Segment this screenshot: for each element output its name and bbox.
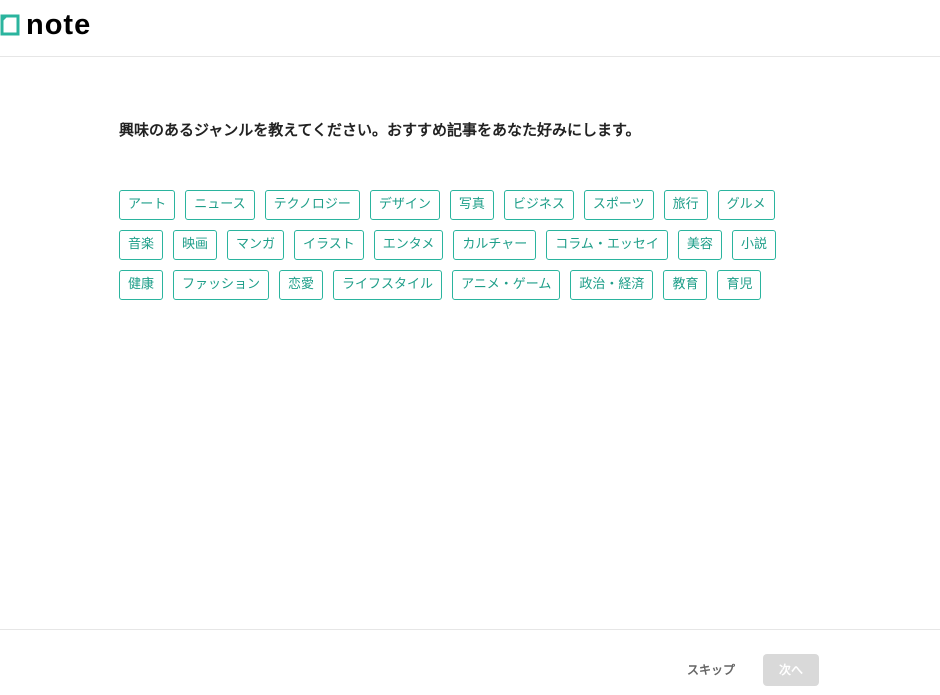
genre-chip[interactable]: コラム・エッセイ [546,230,668,260]
header: note [0,0,940,57]
page-title: 興味のあるジャンルを教えてください。おすすめ記事をあなた好みにします。 [119,121,641,139]
genre-chip[interactable]: ビジネス [503,190,574,220]
genre-chip[interactable]: デザイン [369,190,440,220]
genre-chip[interactable]: 教育 [663,270,708,300]
genre-chip[interactable]: エンタメ [373,230,444,260]
note-logo-icon [0,14,20,36]
genre-chip[interactable]: テクノロジー [264,190,360,220]
genre-chip[interactable]: アニメ・ゲーム [452,270,561,300]
note-logo[interactable]: note [0,10,91,40]
genre-chip[interactable]: 旅行 [663,190,708,220]
genre-chip[interactable]: スポーツ [583,190,654,220]
genre-chip[interactable]: アート [119,190,176,220]
genre-chip-list: アート ニュース テクノロジー デザイン 写真 ビジネス スポーツ 旅行 グルメ音楽 映画 マンガイ… [119,190,819,310]
genre-chip[interactable]: 写真 [449,190,494,220]
genre-chip[interactable]: 小説 [731,230,776,260]
genre-chip[interactable]: ライフスタイル [333,270,443,300]
genre-chip[interactable]: イラスト [294,230,364,260]
genre-chip[interactable]: グルメ [717,190,775,220]
genre-chip[interactable]: カルチャー [453,230,537,260]
genre-chip[interactable]: 健康 [119,270,164,300]
next-button[interactable]: 次へ [763,654,819,686]
logo-text: note [26,9,92,41]
genre-chip[interactable]: 恋愛 [279,270,324,300]
genre-chip[interactable]: 音楽 [119,230,164,260]
genre-chip[interactable]: 映画 [173,230,218,260]
footer: スキップ 次へ [0,629,940,695]
genre-chip[interactable]: マンガ [227,230,285,260]
genre-chip[interactable]: ファッション [173,270,270,300]
genre-chip[interactable]: 美容 [677,230,722,260]
genre-chip[interactable]: ニュース [185,190,255,220]
genre-chip[interactable]: 育児 [717,270,762,300]
genre-chip[interactable]: 政治・経済 [570,270,654,300]
skip-button[interactable]: スキップ [678,654,744,686]
